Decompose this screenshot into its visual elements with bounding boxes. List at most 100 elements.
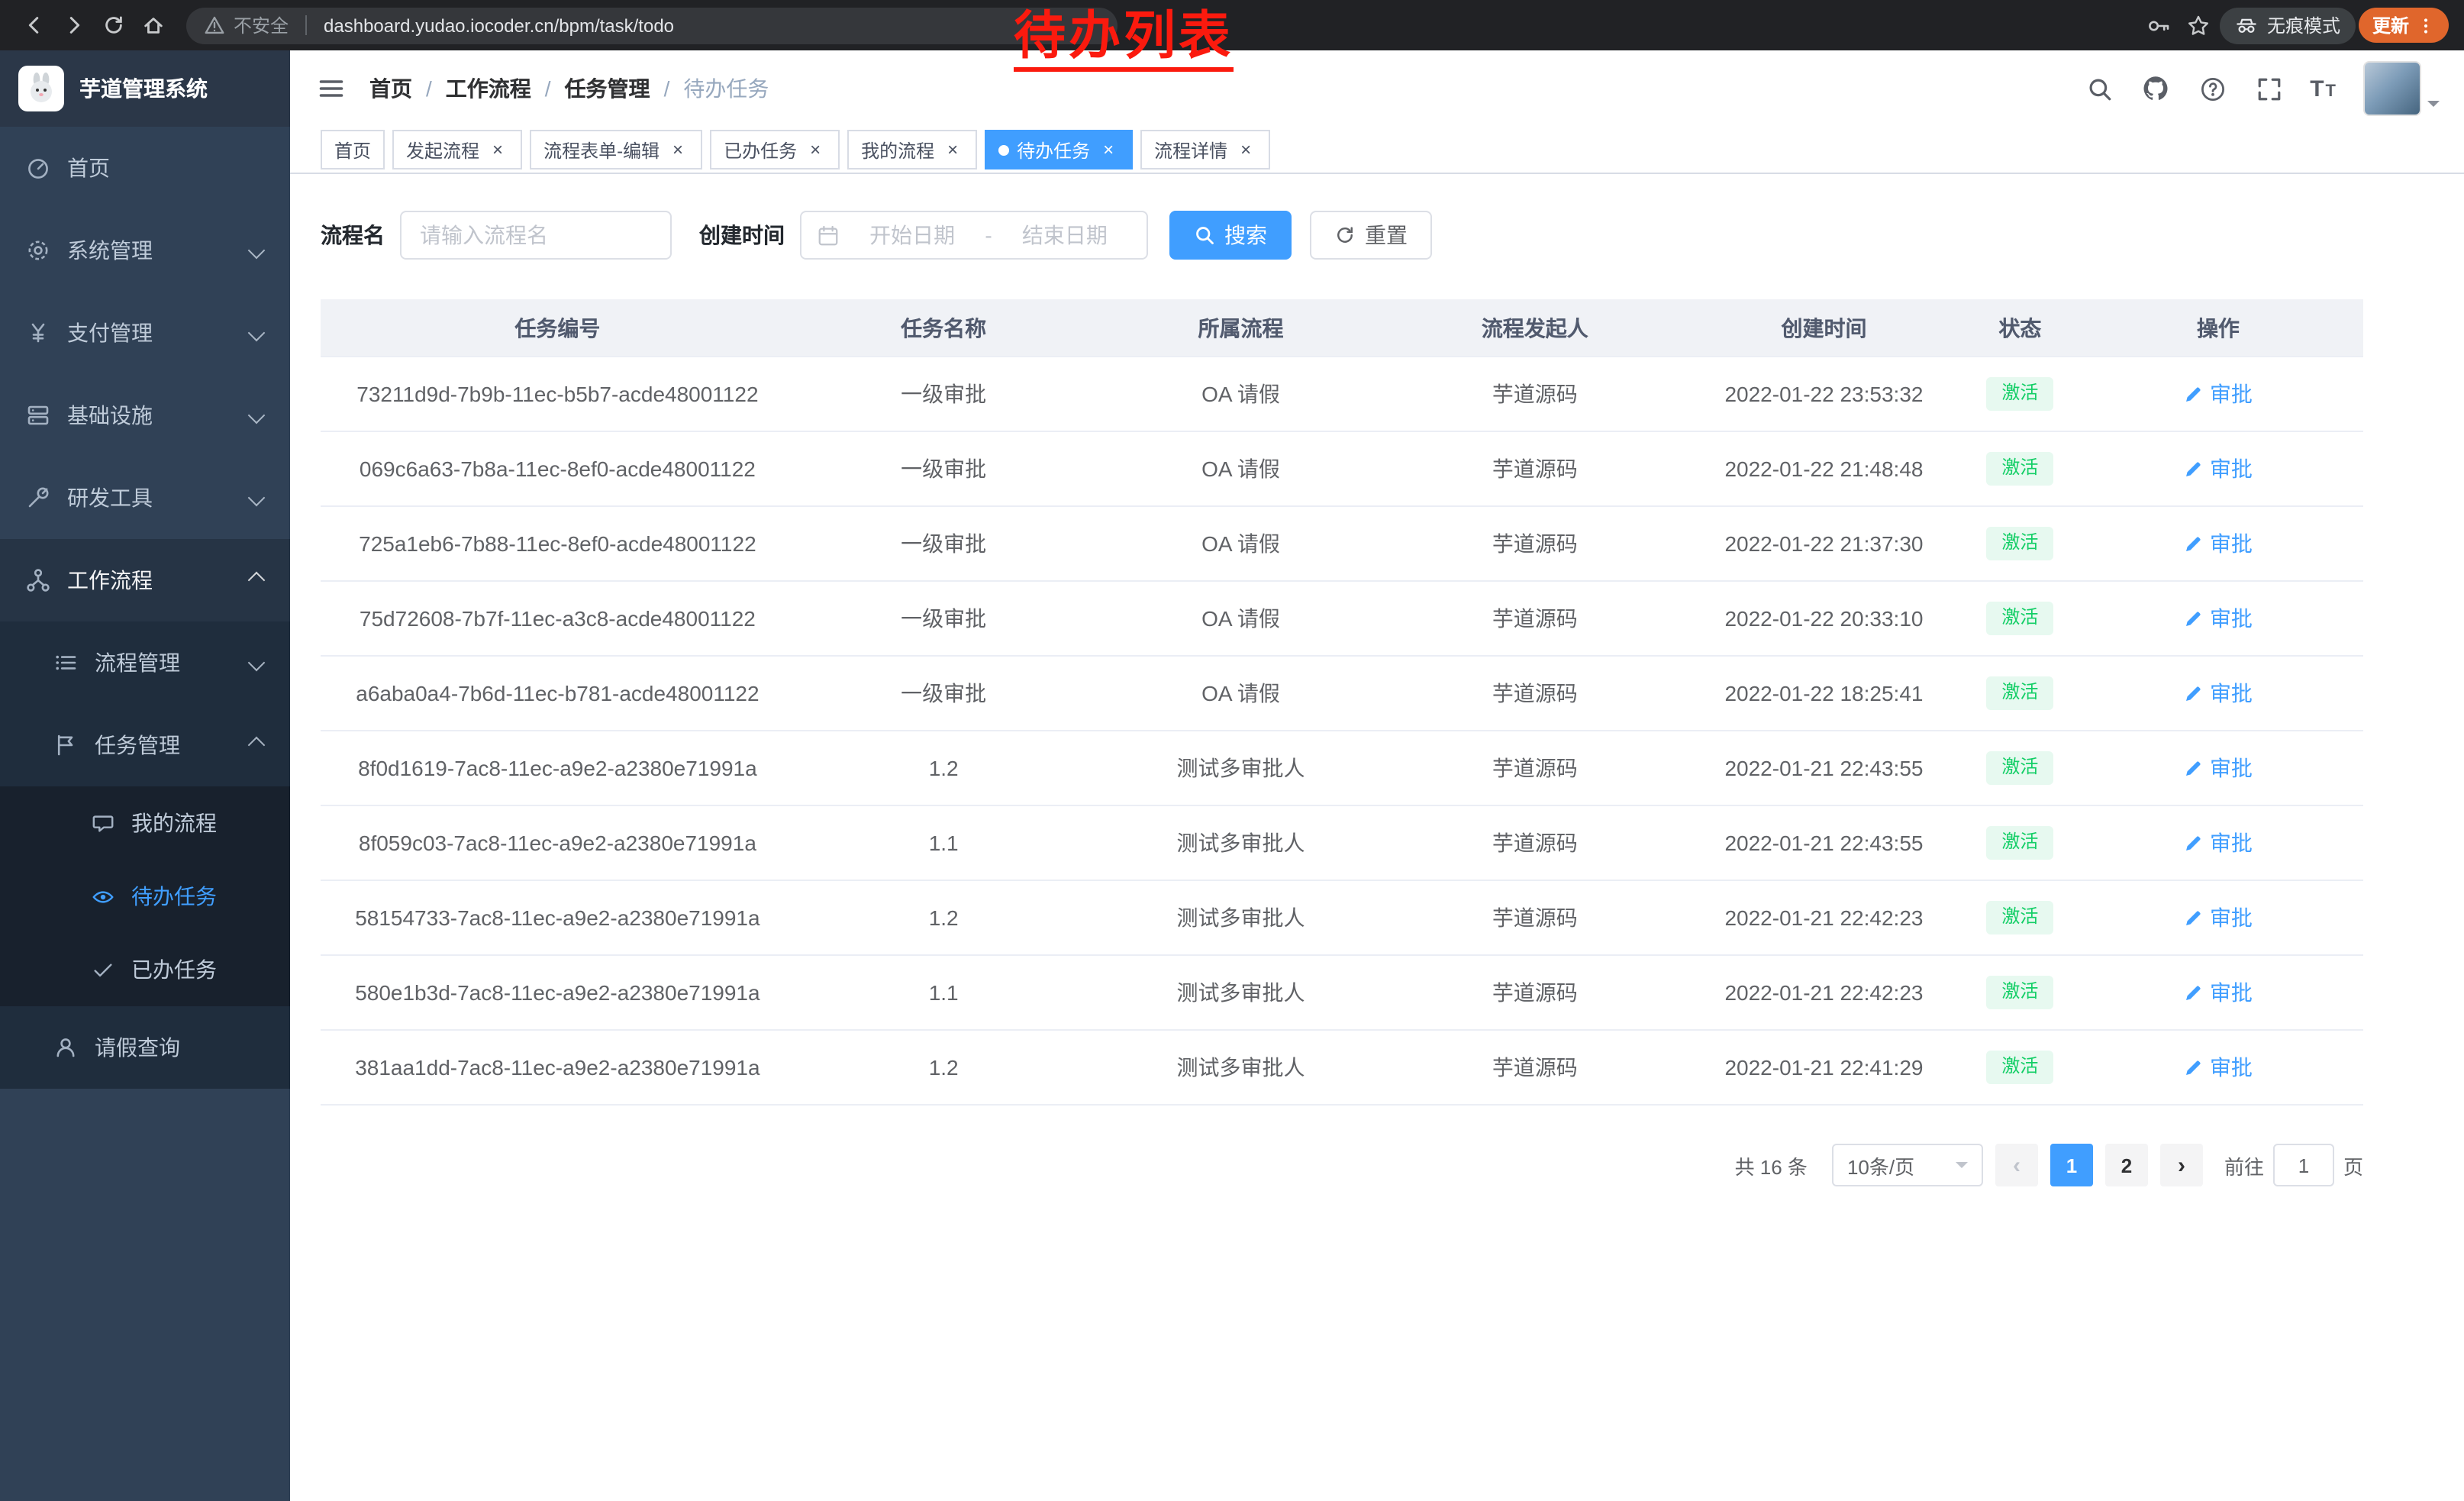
sidebar-item-infra[interactable]: 基础设施 bbox=[0, 374, 290, 457]
reset-button[interactable]: 重置 bbox=[1310, 211, 1432, 260]
tab-label: 发起流程 bbox=[406, 137, 479, 163]
logo-avatar-icon bbox=[18, 66, 64, 111]
cell-status: 激活 bbox=[1967, 656, 2073, 731]
bookmark-star-icon[interactable] bbox=[2180, 7, 2217, 44]
sidebar-item-task-mgmt[interactable]: 任务管理 bbox=[0, 704, 290, 786]
help-icon[interactable] bbox=[2197, 73, 2227, 104]
tab-close-icon[interactable]: × bbox=[1235, 139, 1256, 160]
back-icon[interactable] bbox=[15, 7, 52, 44]
search-icon[interactable] bbox=[2084, 73, 2114, 104]
prev-page-button[interactable]: ‹ bbox=[1995, 1144, 2038, 1186]
table-row: 73211d9d-7b9b-11ec-b5b7-acde48001122 一级审… bbox=[321, 357, 2363, 431]
breadcrumb-task-mgmt[interactable]: 任务管理 bbox=[565, 73, 650, 104]
approve-link[interactable]: 审批 bbox=[2184, 454, 2253, 484]
cell-task-id: 73211d9d-7b9b-11ec-b5b7-acde48001122 bbox=[321, 357, 795, 431]
chat-icon bbox=[89, 809, 116, 837]
sidebar-item-devtools[interactable]: 研发工具 bbox=[0, 457, 290, 539]
page-button-2[interactable]: 2 bbox=[2105, 1144, 2148, 1186]
approve-link[interactable]: 审批 bbox=[2184, 528, 2253, 559]
search-button-label: 搜索 bbox=[1224, 220, 1267, 250]
address-bar[interactable]: 不安全 dashboard.yudao.iocoder.cn/bpm/task/… bbox=[186, 7, 1118, 44]
reload-icon[interactable] bbox=[95, 7, 131, 44]
cell-task-name: 一级审批 bbox=[795, 656, 1093, 731]
sidebar-item-todo-task[interactable]: 待办任务 bbox=[0, 860, 290, 933]
approve-link-label: 审批 bbox=[2210, 678, 2253, 709]
approve-link-label: 审批 bbox=[2210, 603, 2253, 634]
date-range-picker[interactable]: 开始日期 - 结束日期 bbox=[800, 211, 1148, 260]
chevron-down-icon bbox=[248, 324, 266, 342]
tab-close-icon[interactable]: × bbox=[487, 139, 508, 160]
goto-page-input[interactable] bbox=[2273, 1144, 2334, 1186]
page-size-select[interactable]: 10条/页 bbox=[1832, 1144, 1983, 1186]
sidebar-item-my-process[interactable]: 我的流程 bbox=[0, 786, 290, 860]
approve-link[interactable]: 审批 bbox=[2184, 1052, 2253, 1083]
app-logo[interactable]: 芋道管理系统 bbox=[0, 50, 290, 127]
table-row: 8f0d1619-7ac8-11ec-a9e2-a2380e71991a 1.2… bbox=[321, 731, 2363, 805]
update-label: 更新 bbox=[2372, 12, 2409, 38]
search-button[interactable]: 搜索 bbox=[1169, 211, 1292, 260]
avatar[interactable] bbox=[2363, 61, 2421, 116]
sidebar-item-label: 系统管理 bbox=[67, 235, 153, 266]
tab-close-icon[interactable]: × bbox=[805, 139, 826, 160]
cell-process: 测试多审批人 bbox=[1093, 805, 1389, 880]
sidebar-item-process-mgmt[interactable]: 流程管理 bbox=[0, 621, 290, 704]
create-time-label: 创建时间 bbox=[699, 220, 785, 250]
process-name-input[interactable] bbox=[400, 211, 672, 260]
approve-link[interactable]: 审批 bbox=[2184, 678, 2253, 709]
table-body: 73211d9d-7b9b-11ec-b5b7-acde48001122 一级审… bbox=[321, 357, 2363, 1105]
sidebar-item-label: 研发工具 bbox=[67, 483, 153, 513]
tab-close-icon[interactable]: × bbox=[1098, 139, 1119, 160]
end-date-input[interactable]: 结束日期 bbox=[998, 220, 1131, 250]
tab-start-process[interactable]: 发起流程 × bbox=[392, 130, 522, 169]
edit-pencil-icon bbox=[2184, 608, 2204, 628]
active-dot-icon bbox=[998, 144, 1009, 155]
cell-task-name: 1.2 bbox=[795, 1030, 1093, 1105]
breadcrumb-workflow[interactable]: 工作流程 bbox=[446, 73, 531, 104]
github-icon[interactable] bbox=[2140, 73, 2171, 104]
incognito-icon bbox=[2235, 14, 2258, 37]
search-icon bbox=[1194, 224, 1215, 246]
approve-link[interactable]: 审批 bbox=[2184, 753, 2253, 783]
approve-link[interactable]: 审批 bbox=[2184, 603, 2253, 634]
approve-link-label: 审批 bbox=[2210, 528, 2253, 559]
tab-done-task[interactable]: 已办任务× bbox=[710, 130, 840, 169]
tab-process-detail[interactable]: 流程详情× bbox=[1140, 130, 1270, 169]
status-badge: 激活 bbox=[1986, 676, 2053, 709]
start-date-input[interactable]: 开始日期 bbox=[846, 220, 979, 250]
home-icon[interactable] bbox=[134, 7, 171, 44]
password-key-icon[interactable] bbox=[2140, 7, 2177, 44]
tab-todo-task[interactable]: 待办任务× bbox=[985, 130, 1133, 169]
forward-icon[interactable] bbox=[55, 7, 92, 44]
cell-initiator: 芋道源码 bbox=[1389, 357, 1682, 431]
browser-menu-icon[interactable] bbox=[2417, 15, 2435, 36]
approve-link[interactable]: 审批 bbox=[2184, 379, 2253, 409]
sidebar-item-leave-query[interactable]: 请假查询 bbox=[0, 1006, 290, 1089]
breadcrumb-current: 待办任务 bbox=[683, 73, 769, 104]
tab-home[interactable]: 首页 bbox=[321, 130, 385, 169]
chevron-up-icon bbox=[248, 737, 266, 754]
edit-pencil-icon bbox=[2184, 459, 2204, 479]
update-button[interactable]: 更新 bbox=[2359, 8, 2449, 43]
col-status: 状态 bbox=[1967, 299, 2073, 357]
user-menu[interactable] bbox=[2363, 61, 2440, 116]
tab-close-icon[interactable]: × bbox=[942, 139, 963, 160]
breadcrumb-separator: / bbox=[426, 76, 432, 101]
tab-my-process[interactable]: 我的流程× bbox=[847, 130, 977, 169]
fullscreen-icon[interactable] bbox=[2253, 73, 2284, 104]
next-page-button[interactable]: › bbox=[2160, 1144, 2203, 1186]
collapse-sidebar-icon[interactable] bbox=[314, 72, 348, 105]
sidebar-item-system[interactable]: 系统管理 bbox=[0, 209, 290, 292]
sidebar-item-payment[interactable]: 支付管理 bbox=[0, 292, 290, 374]
approve-link[interactable]: 审批 bbox=[2184, 902, 2253, 933]
approve-link[interactable]: 审批 bbox=[2184, 828, 2253, 858]
tab-close-icon[interactable]: × bbox=[667, 139, 689, 160]
chevron-down-icon bbox=[248, 654, 266, 672]
breadcrumb-home[interactable]: 首页 bbox=[369, 73, 412, 104]
page-button-1[interactable]: 1 bbox=[2050, 1144, 2093, 1186]
sidebar-item-workflow[interactable]: 工作流程 bbox=[0, 539, 290, 621]
sidebar-item-done-task[interactable]: 已办任务 bbox=[0, 933, 290, 1006]
sidebar-item-home[interactable]: 首页 bbox=[0, 127, 290, 209]
tab-form-edit[interactable]: 流程表单-编辑× bbox=[530, 130, 702, 169]
font-size-icon[interactable]: TT bbox=[2310, 76, 2337, 102]
approve-link[interactable]: 审批 bbox=[2184, 977, 2253, 1008]
